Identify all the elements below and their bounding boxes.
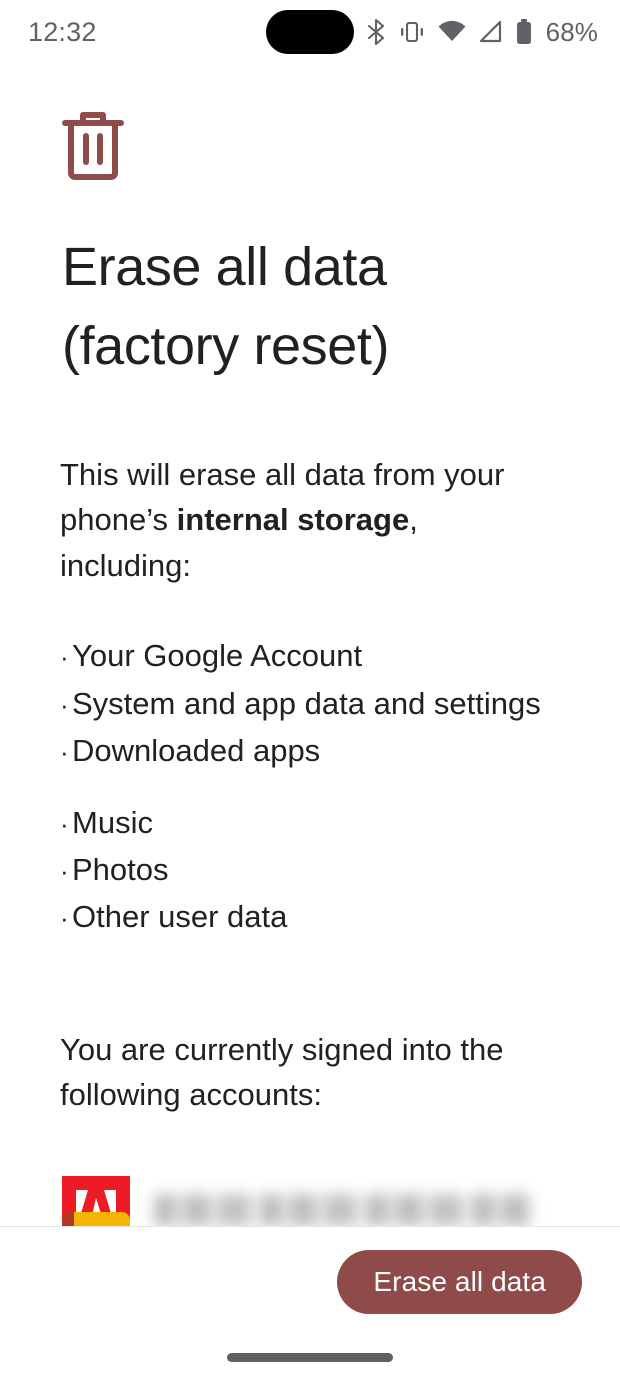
list-item-label: System and app data and settings xyxy=(72,685,541,721)
list-item-label: Photos xyxy=(72,852,169,888)
list-item: · Photos xyxy=(60,846,620,893)
camera-cutout xyxy=(266,10,354,54)
list-item: · Music xyxy=(60,799,620,846)
partial-account-logo-icon xyxy=(62,1212,130,1226)
bluetooth-icon xyxy=(366,18,386,46)
scrollable-content[interactable]: Erase all data (factory reset) This will… xyxy=(0,64,620,1226)
list-item-label: Downloaded apps xyxy=(72,733,321,769)
bullet-group-2: · Music · Photos · Other user data xyxy=(60,799,620,941)
list-item: · Other user data xyxy=(60,893,620,940)
wifi-icon xyxy=(438,20,466,44)
accounts-intro-text: You are currently signed into the follow… xyxy=(60,1031,504,1113)
cellular-signal-icon xyxy=(478,20,504,44)
home-indicator[interactable] xyxy=(227,1353,393,1362)
vibrate-icon xyxy=(398,19,426,45)
list-item-label: Music xyxy=(72,804,153,840)
account-row-partial[interactable] xyxy=(0,1212,620,1226)
erase-all-data-button[interactable]: Erase all data xyxy=(337,1250,582,1314)
page-title: Erase all data (factory reset) xyxy=(62,237,390,376)
list-item: · Your Google Account xyxy=(60,632,620,679)
intro-text-bold: internal storage xyxy=(176,502,410,538)
status-bar-icons: 68% xyxy=(366,17,598,48)
bullet-dot-icon: · xyxy=(60,689,69,720)
bullet-dot-icon: · xyxy=(60,642,69,673)
bullet-group-1: · Your Google Account · System and app d… xyxy=(60,632,620,774)
bullet-dot-icon: · xyxy=(60,737,69,768)
list-item: · System and app data and settings xyxy=(60,680,620,727)
trash-icon xyxy=(0,64,620,180)
battery-icon xyxy=(516,19,532,45)
bottom-action-bar: Erase all data xyxy=(0,1227,620,1337)
list-item: · Downloaded apps xyxy=(60,727,620,774)
list-item-label: Your Google Account xyxy=(72,638,363,674)
battery-percent-label: 68% xyxy=(545,16,598,47)
bullet-dot-icon: · xyxy=(60,903,69,934)
status-bar-clock: 12:32 xyxy=(28,16,97,47)
intro-paragraph: This will erase all data from your phone… xyxy=(60,452,512,589)
status-bar: 12:32 68% xyxy=(0,0,620,64)
list-item-label: Other user data xyxy=(72,899,288,935)
bullet-dot-icon: · xyxy=(60,808,69,839)
bullet-dot-icon: · xyxy=(60,856,69,887)
